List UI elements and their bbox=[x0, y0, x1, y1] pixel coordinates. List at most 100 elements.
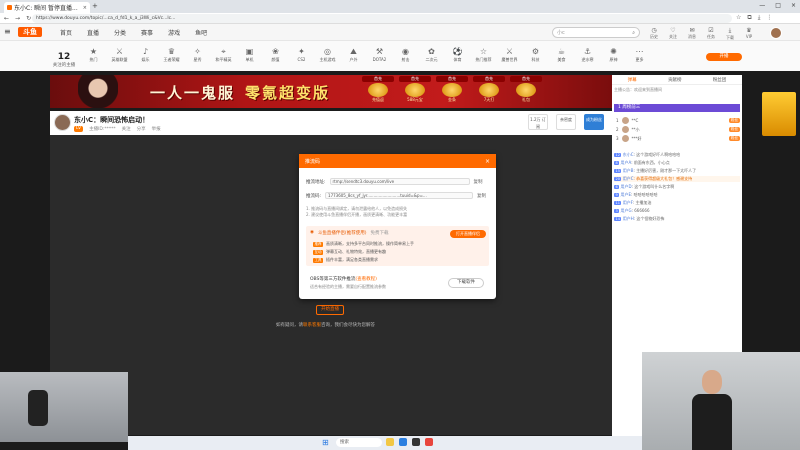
category-item[interactable]: ⚙ 科技 bbox=[524, 47, 547, 63]
category-item[interactable]: ♛ 王者荣耀 bbox=[160, 47, 183, 63]
extension-icon[interactable]: ⧉ bbox=[747, 14, 751, 22]
category-item[interactable]: ♪ 娱乐 bbox=[134, 47, 157, 63]
category-item[interactable]: ✦ CS2 bbox=[290, 47, 313, 63]
tab-danmaku[interactable]: 弹幕 bbox=[628, 77, 637, 83]
download-software-button[interactable]: 下载软件 bbox=[448, 278, 484, 288]
streamer-avatar[interactable] bbox=[54, 114, 71, 131]
category-item[interactable]: ✧ 星秀 bbox=[186, 47, 209, 63]
url-field[interactable]: https://www.douyu.com/topic/...ca_d_fd1_… bbox=[32, 14, 732, 23]
menu-dots-icon[interactable]: ⋮ bbox=[766, 14, 772, 22]
user-icon-history[interactable]: ◷ 历史 bbox=[648, 27, 660, 41]
copy-server-button[interactable]: 复制 bbox=[474, 179, 483, 185]
edge-icon[interactable] bbox=[399, 438, 407, 446]
user-name[interactable]: 用户H bbox=[623, 216, 634, 221]
user-icon-task[interactable]: ☑ 任务 bbox=[705, 27, 717, 41]
tab-close-icon[interactable]: × bbox=[83, 5, 87, 11]
windows-start-icon[interactable]: ⊞ bbox=[322, 438, 329, 447]
category-item[interactable]: ⚓ 逆水寒 bbox=[576, 47, 599, 63]
back-icon[interactable]: ← bbox=[4, 15, 9, 22]
hamburger-menu-icon[interactable]: ≡ bbox=[4, 27, 11, 36]
user-icon-vip[interactable]: ♛ VIP bbox=[743, 27, 755, 41]
close-window-icon[interactable]: × bbox=[791, 2, 796, 9]
folder-icon[interactable] bbox=[386, 438, 394, 446]
stream-key-field[interactable]: 1773605_8cs_yf_jyr......................… bbox=[325, 192, 474, 199]
app-icon[interactable] bbox=[412, 438, 420, 446]
category-item[interactable]: ☆ 热门推荐 bbox=[472, 47, 495, 63]
tab-fans[interactable]: 粉丝团 bbox=[713, 77, 727, 83]
category-item[interactable]: ◎ 主机游戏 bbox=[316, 47, 339, 63]
rank-row[interactable]: 2 **小 粉丝 bbox=[616, 125, 740, 134]
browser-tab[interactable]: 东小C: 瞬间 暂停直播... × bbox=[4, 2, 90, 13]
user-name[interactable]: 用户C bbox=[623, 176, 634, 181]
intimacy-button[interactable]: 亲密度 bbox=[556, 114, 576, 130]
new-tab-icon[interactable]: + bbox=[92, 2, 98, 10]
category-item[interactable]: ⚔ 魔兽世界 bbox=[498, 47, 521, 63]
reward-item[interactable]: 首充 礼包 bbox=[510, 76, 542, 107]
maximize-icon[interactable]: □ bbox=[775, 2, 781, 9]
user-icon-download[interactable]: ⤓ 下载 bbox=[724, 27, 736, 41]
minimize-icon[interactable]: — bbox=[759, 2, 765, 9]
nav-yuba[interactable]: 鱼吧 bbox=[195, 28, 207, 37]
reward-item[interactable]: 首充 7天打 bbox=[473, 76, 505, 107]
download-icon[interactable]: ⤓ bbox=[758, 14, 761, 22]
side-ad[interactable] bbox=[762, 92, 796, 136]
copy-key-button[interactable]: 复制 bbox=[477, 193, 486, 199]
weekly-rank-banner[interactable]: 1 周榜前三 bbox=[614, 104, 740, 112]
followed-streamers[interactable]: 12 关注的主播 bbox=[50, 52, 78, 68]
nav-games[interactable]: 游戏 bbox=[168, 28, 180, 37]
category-item[interactable]: ⚔ 英雄联盟 bbox=[108, 47, 131, 63]
nav-live[interactable]: 直播 bbox=[87, 28, 99, 37]
user-name[interactable]: 用户G bbox=[621, 208, 632, 213]
open-companion-button[interactable]: 打开直播伴侣 bbox=[450, 230, 486, 238]
chrome-icon[interactable] bbox=[425, 438, 433, 446]
reward-item[interactable]: 首充 588元宝 bbox=[399, 76, 431, 107]
category-item[interactable]: ☕ 美食 bbox=[550, 47, 573, 63]
user-name[interactable]: 东小C bbox=[623, 152, 634, 157]
user-avatar[interactable] bbox=[770, 27, 782, 39]
category-item[interactable]: ⚒ DOTA2 bbox=[368, 47, 391, 63]
user-icon-follow[interactable]: ♡ 关注 bbox=[667, 27, 679, 41]
room-meta-report[interactable]: 举报 bbox=[152, 126, 161, 132]
become-fan-button[interactable]: 成为粉丝 bbox=[584, 114, 604, 130]
category-item[interactable]: ✺ 原神 bbox=[602, 47, 625, 63]
user-name[interactable]: 用户D bbox=[621, 184, 632, 189]
nav-events[interactable]: 赛事 bbox=[141, 28, 153, 37]
room-meta-share[interactable]: 分享 bbox=[137, 126, 146, 132]
reload-icon[interactable]: ↻ bbox=[26, 15, 31, 22]
user-name[interactable]: 用户B bbox=[623, 168, 634, 173]
user-name[interactable]: 用户F bbox=[623, 200, 633, 205]
user-name[interactable]: 用户A bbox=[621, 160, 632, 165]
user-name[interactable]: 用户E bbox=[621, 192, 632, 197]
contact-support-link[interactable]: 联系客服 bbox=[303, 323, 321, 328]
star-icon[interactable]: ☆ bbox=[736, 14, 741, 22]
search-icon[interactable]: ⌕ bbox=[632, 30, 635, 36]
reward-item[interactable]: 首充 金条 bbox=[436, 76, 468, 107]
category-item[interactable]: ◉ 射击 bbox=[394, 47, 417, 63]
taskbar-search[interactable]: 搜索 bbox=[336, 438, 382, 447]
user-icon-message[interactable]: ✉ 消息 bbox=[686, 27, 698, 41]
rank-row[interactable]: 3 ***好 粉丝 bbox=[616, 134, 740, 143]
category-item[interactable]: ⋯ 更多 bbox=[628, 47, 651, 63]
category-item[interactable]: ▣ 单机 bbox=[238, 47, 261, 63]
category-item[interactable]: ⚽ 体育 bbox=[446, 47, 469, 63]
category-item[interactable]: ★ 热门 bbox=[82, 47, 105, 63]
site-logo[interactable]: 斗鱼 bbox=[18, 27, 42, 37]
reward-item[interactable]: 首充 充值返 bbox=[362, 76, 394, 107]
start-live-button[interactable]: 开播 bbox=[706, 53, 742, 61]
category-item[interactable]: ⌖ 和平精英 bbox=[212, 47, 235, 63]
server-field[interactable]: rtmp://sendtc3.douyu.com/live bbox=[329, 178, 470, 185]
nav-home[interactable]: 首页 bbox=[60, 28, 72, 37]
category-item[interactable]: ❀ 颜值 bbox=[264, 47, 287, 63]
tab-contribution[interactable]: 贡献榜 bbox=[668, 77, 682, 83]
search-input[interactable]: 小c ⌕ bbox=[552, 27, 640, 38]
forward-icon[interactable]: → bbox=[15, 15, 20, 22]
room-meta-follow[interactable]: 关注 bbox=[122, 126, 131, 132]
category-item[interactable]: ✿ 二次元 bbox=[420, 47, 443, 63]
start-stream-button[interactable]: 开始直播 bbox=[316, 305, 344, 315]
subscribe-button[interactable]: 1.2万 订阅 bbox=[528, 114, 548, 130]
nav-category[interactable]: 分类 bbox=[114, 28, 126, 37]
category-item[interactable]: ⛰ 户外 bbox=[342, 47, 365, 63]
tutorial-link[interactable]: (查看教程) bbox=[355, 277, 377, 282]
close-icon[interactable]: × bbox=[485, 158, 490, 165]
rank-row[interactable]: 1 **C 粉丝 bbox=[616, 116, 740, 125]
